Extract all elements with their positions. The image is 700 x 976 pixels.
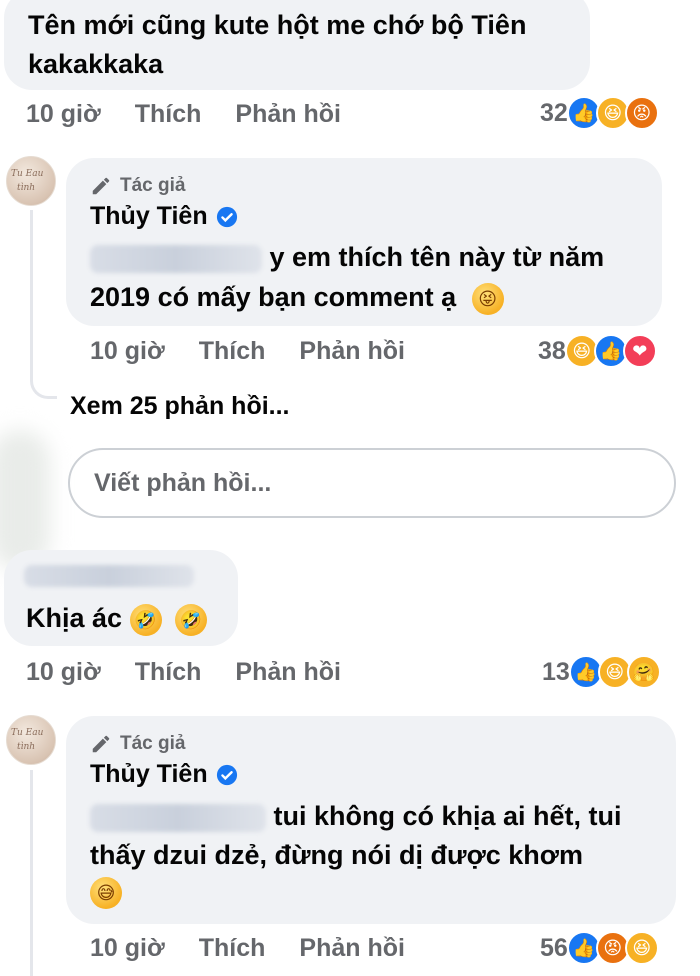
verified-badge-icon [216, 206, 237, 227]
reply-input-placeholder: Viết phản hồi... [94, 468, 272, 497]
reply-input[interactable]: Viết phản hồi... [68, 448, 676, 518]
reaction-count: 13 [542, 657, 570, 686]
commenter-name-text[interactable]: Thủy Tiên [90, 202, 208, 231]
care-icon: 🤗 [626, 655, 661, 689]
comment-time[interactable]: 10 giờ [26, 658, 101, 687]
reply-actions: 10 giờ Thích Phản hồi [90, 331, 439, 371]
reply-text-line: 2019 có mấy bạn comment ạ 😝 [90, 278, 504, 317]
author-badge: Tác giả [90, 733, 185, 755]
rolling-laughing-emoji: 🤣 [175, 603, 208, 636]
author-tag-label: Tác giả [120, 175, 186, 196]
thread-line [30, 210, 57, 399]
reply-button[interactable]: Phản hồi [235, 100, 341, 129]
reply-time[interactable]: 10 giờ [90, 934, 165, 963]
comment-time[interactable]: 10 giờ [26, 100, 101, 129]
like-button[interactable]: Thích [135, 658, 202, 687]
reply-text-fragment: y em thích tên này từ năm [269, 242, 605, 272]
reply-actions: 10 giờ Thích Phản hồi [90, 928, 439, 968]
author-badge: Tác giả [90, 175, 185, 197]
commenter-name[interactable]: Thủy Tiên [90, 760, 238, 789]
reply-text-fragment: tui không có khịa ai hết, tui [273, 801, 622, 831]
reply-button[interactable]: Phản hồi [235, 658, 341, 687]
avatar[interactable]: Tu Eau tình [6, 715, 56, 765]
angry-icon: 😡 [624, 96, 659, 130]
comment-text-line: Khịa ác 🤣 🤣 [26, 599, 208, 638]
reply-text-line: tui không có khịa ai hết, tui [90, 797, 622, 836]
reply-text-line: thấy dzui dzẻ, đừng nói dị được khơm [90, 840, 584, 870]
reaction-summary[interactable]: 13 👍 😆 🤗 [542, 655, 661, 689]
haha-icon: 😆 [624, 931, 659, 965]
blurred-avatar [0, 430, 50, 570]
pencil-icon [92, 735, 110, 753]
sweat-smile-emoji: 😅 [90, 877, 122, 909]
reply-button[interactable]: Phản hồi [299, 337, 405, 366]
reaction-count: 38 [538, 336, 566, 365]
redacted-mention [90, 244, 262, 273]
like-button[interactable]: Thích [199, 934, 266, 963]
pencil-icon [92, 177, 110, 195]
comment-actions: 10 giờ Thích Phản hồi [26, 652, 375, 692]
reply-text-line: y em thích tên này từ năm [90, 238, 604, 277]
reply-text-fragment: 2019 có mấy bạn comment ạ [90, 282, 457, 312]
comment-actions: 10 giờ Thích Phản hồi [26, 94, 375, 134]
love-icon: ❤ [622, 334, 657, 368]
thread-line [30, 770, 33, 976]
reaction-count: 56 [540, 933, 568, 962]
avatar[interactable]: Tu Eau tình [6, 156, 56, 206]
comment-text-line: kakakkaka [28, 49, 164, 79]
comment-bubble: Tên mới cũng kute hột me chớ bộ Tiên kak… [4, 0, 590, 90]
squinting-tongue-emoji: 😝 [471, 282, 504, 315]
like-button[interactable]: Thích [199, 337, 266, 366]
rolling-laughing-emoji: 🤣 [129, 603, 162, 636]
reaction-count: 32 [540, 98, 568, 127]
redacted-commenter-name [24, 565, 194, 587]
reaction-summary[interactable]: 38 😆 👍 ❤ [538, 334, 657, 368]
commenter-name-text[interactable]: Thủy Tiên [90, 760, 208, 789]
reply-time[interactable]: 10 giờ [90, 337, 165, 366]
view-more-replies-link[interactable]: Xem 25 phản hồi... [70, 392, 290, 421]
redacted-mention [90, 803, 266, 832]
comment-text-fragment: Khịa ác [26, 603, 123, 633]
comment-text-line: Tên mới cũng kute hột me chớ bộ Tiên [28, 10, 527, 40]
author-tag-label: Tác giả [120, 733, 186, 754]
reply-button[interactable]: Phản hồi [299, 934, 405, 963]
verified-badge-icon [216, 764, 237, 785]
reply-emoji-line: 😅 [90, 877, 122, 909]
like-button[interactable]: Thích [135, 100, 202, 129]
reaction-summary[interactable]: 56 👍 😡 😆 [540, 931, 659, 965]
commenter-name[interactable]: Thủy Tiên [90, 202, 238, 231]
reaction-summary[interactable]: 32 👍 😆 😡 [540, 96, 659, 130]
